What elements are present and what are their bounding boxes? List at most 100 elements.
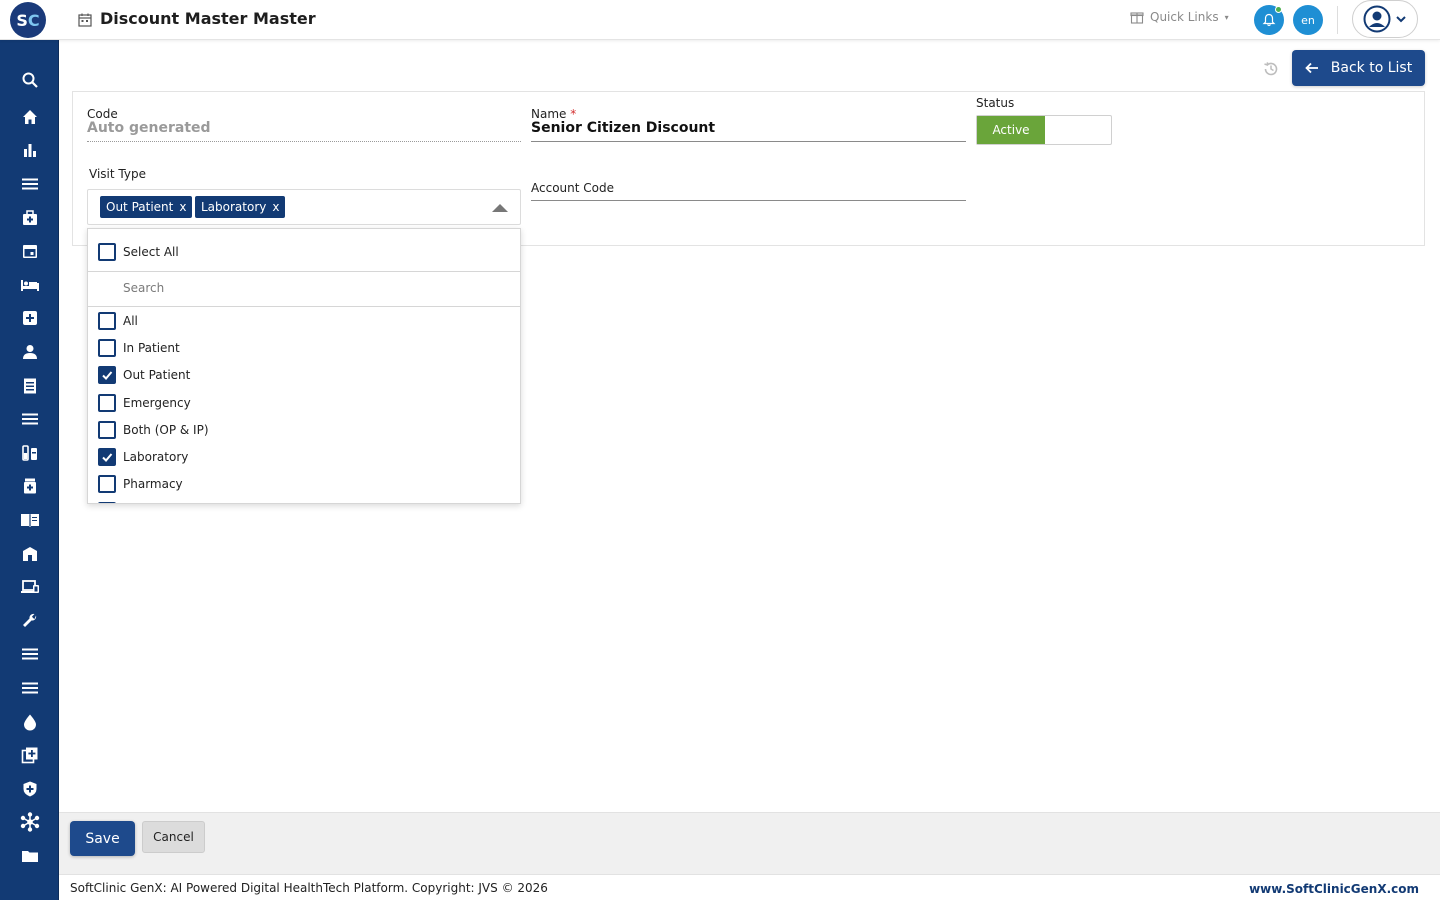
checkbox-icon[interactable] <box>98 394 116 412</box>
option-laboratory[interactable]: Laboratory <box>98 448 188 466</box>
calendar-icon <box>22 245 37 258</box>
sidebar-item-patient[interactable] <box>0 337 59 367</box>
quick-links-label: Quick Links <box>1150 10 1219 24</box>
sidebar-item-reports[interactable] <box>0 135 59 165</box>
chip-remove-icon[interactable]: x <box>272 200 279 214</box>
dropdown-search-input[interactable]: Search <box>123 281 164 295</box>
sidebar-item-medical-cross[interactable] <box>0 303 59 333</box>
history-icon[interactable] <box>1262 60 1280 78</box>
chip-remove-icon[interactable]: x <box>179 200 186 214</box>
code-label: Code <box>87 107 118 121</box>
sidebar-item-security[interactable] <box>0 774 59 804</box>
cancel-button[interactable]: Cancel <box>142 821 205 853</box>
option-pharmacy[interactable]: Pharmacy <box>98 475 183 493</box>
sidebar-item-bed[interactable] <box>0 270 59 300</box>
profile-menu-button[interactable] <box>1352 0 1418 38</box>
footer: SoftClinic GenX: AI Powered Digital Heal… <box>59 874 1440 900</box>
checkbox-icon[interactable] <box>98 421 116 439</box>
language-button[interactable]: en <box>1293 5 1323 35</box>
checkmark-icon <box>102 371 113 380</box>
wrench-icon <box>22 613 36 627</box>
sidebar-item-calendar[interactable] <box>0 236 59 266</box>
sidebar-item-billing[interactable] <box>0 371 59 401</box>
save-button[interactable]: Save <box>70 821 135 856</box>
required-marker: * <box>570 107 577 121</box>
sidebar-item-tools[interactable] <box>0 606 59 636</box>
sidebar <box>0 40 59 900</box>
visit-type-select[interactable]: Out Patient x Laboratory x <box>87 189 521 225</box>
status-active-option[interactable]: Active <box>977 116 1045 144</box>
sidebar-item-library[interactable] <box>0 505 59 535</box>
status-label: Status <box>976 96 1015 110</box>
code-field-underline <box>87 141 521 142</box>
option-label: Pharmacy <box>123 477 183 491</box>
status-toggle[interactable]: Active <box>976 115 1112 145</box>
name-field[interactable]: Senior Citizen Discount <box>531 120 715 136</box>
page-title: Discount Master Master <box>100 9 316 28</box>
sidebar-item-blood-bank[interactable] <box>0 707 59 737</box>
devices-icon <box>20 580 39 593</box>
caret-down-icon: ▾ <box>1224 12 1229 22</box>
bar-chart-icon <box>23 144 36 157</box>
checkbox-icon[interactable] <box>98 339 116 357</box>
sidebar-item-menu-3[interactable] <box>0 639 59 669</box>
back-to-list-label: Back to List <box>1330 60 1413 76</box>
sidebar-item-lab[interactable] <box>0 438 59 468</box>
sidebar-item-menu-1[interactable] <box>0 169 59 199</box>
option-partial-next[interactable] <box>98 502 116 503</box>
name-label: Name * <box>531 107 576 121</box>
option-out-patient[interactable]: Out Patient <box>98 366 190 384</box>
sidebar-item-pharmacy[interactable] <box>0 471 59 501</box>
option-both[interactable]: Both (OP & IP) <box>98 421 209 439</box>
option-label: Out Patient <box>123 368 191 382</box>
header-divider <box>1337 6 1338 34</box>
medical-bag-icon <box>22 210 37 225</box>
checkbox-checked-icon[interactable] <box>98 366 116 384</box>
option-label: Emergency <box>123 396 191 410</box>
option-label: Both (OP & IP) <box>123 423 209 437</box>
menu-icon <box>21 178 38 190</box>
list-icon <box>21 648 38 660</box>
calendar-page-icon <box>78 13 92 27</box>
checkbox-icon[interactable] <box>98 502 116 503</box>
footer-website-link[interactable]: www.SoftClinicGenX.com <box>1249 882 1419 896</box>
quick-links-menu[interactable]: Quick Links ▾ <box>1130 10 1229 24</box>
option-emergency[interactable]: Emergency <box>98 394 191 412</box>
sidebar-item-menu-2[interactable] <box>0 404 59 434</box>
sidebar-item-add-records[interactable] <box>0 740 59 770</box>
sidebar-item-medical[interactable] <box>0 203 59 233</box>
list-icon <box>21 413 38 425</box>
building-icon <box>22 547 37 561</box>
sidebar-item-home[interactable] <box>0 102 59 132</box>
option-label: In Patient <box>123 341 180 355</box>
option-label: All <box>123 314 138 328</box>
visit-type-label: Visit Type <box>89 167 146 181</box>
app-logo[interactable]: SC <box>10 2 46 38</box>
option-all[interactable]: All <box>98 312 138 330</box>
back-to-list-button[interactable]: Back to List <box>1292 50 1425 86</box>
bell-icon <box>1262 13 1276 27</box>
search-icon <box>22 72 38 88</box>
caret-up-icon[interactable] <box>492 204 508 212</box>
sidebar-item-search[interactable] <box>0 65 59 95</box>
chip-label: Out Patient <box>106 200 174 214</box>
select-all-option[interactable]: Select All <box>98 243 179 261</box>
sidebar-item-menu-4[interactable] <box>0 673 59 703</box>
checkbox-icon[interactable] <box>98 312 116 330</box>
medicine-icon <box>23 478 36 494</box>
option-label: Laboratory <box>123 450 189 464</box>
checkbox-icon[interactable] <box>98 243 116 261</box>
checkbox-icon[interactable] <box>98 475 116 493</box>
notification-dot <box>1275 6 1282 13</box>
divider <box>88 271 520 272</box>
sidebar-item-facility[interactable] <box>0 539 59 569</box>
bed-icon <box>20 280 39 291</box>
option-in-patient[interactable]: In Patient <box>98 339 180 357</box>
notifications-button[interactable] <box>1254 5 1284 35</box>
sidebar-item-files[interactable] <box>0 841 59 871</box>
account-code-field[interactable] <box>531 200 966 201</box>
sidebar-item-devices[interactable] <box>0 572 59 602</box>
sidebar-item-integrations[interactable] <box>0 807 59 837</box>
checkbox-checked-icon[interactable] <box>98 448 116 466</box>
checkmark-icon <box>102 453 113 462</box>
